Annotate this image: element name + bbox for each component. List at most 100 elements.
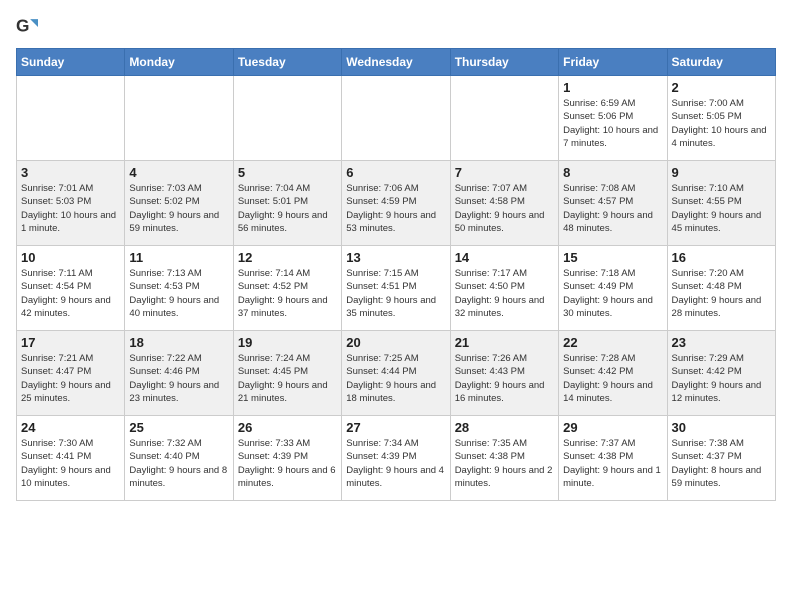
calendar-day-cell: 14 Sunrise: 7:17 AM Sunset: 4:50 PM Dayli… [450,246,558,331]
day-number: 4 [129,165,228,180]
weekday-header: Friday [559,49,667,76]
day-number: 1 [563,80,662,95]
calendar-day-cell: 24 Sunrise: 7:30 AM Sunset: 4:41 PM Dayli… [17,416,125,501]
weekday-header: Thursday [450,49,558,76]
day-info: Sunrise: 7:30 AM Sunset: 4:41 PM Dayligh… [21,437,120,490]
calendar-day-cell: 11Sunrise: 7:13 AM Sunset: 4:53 PM Dayli… [125,246,233,331]
calendar-header-row: SundayMondayTuesdayWednesdayThursdayFrid… [17,49,776,76]
day-number: 20 [346,335,445,350]
day-info: Sunrise: 7:08 AM Sunset: 4:57 PM Dayligh… [563,182,662,235]
day-info: Sunrise: 7:28 AM Sunset: 4:42 PM Dayligh… [563,352,662,405]
day-number: 13 [346,250,445,265]
day-info: Sunrise: 7:03 AM Sunset: 5:02 PM Dayligh… [129,182,228,235]
day-number: 10 [21,250,120,265]
day-info: Sunrise: 7:00 AM Sunset: 5:05 PM Dayligh… [672,97,771,150]
calendar-day-cell: 29 Sunrise: 7:37 AM Sunset: 4:38 PM Dayli… [559,416,667,501]
day-number: 24 [21,420,120,435]
day-info: Sunrise: 7:22 AM Sunset: 4:46 PM Dayligh… [129,352,228,405]
calendar-day-cell: 10 Sunrise: 7:11 AM Sunset: 4:54 PM Dayli… [17,246,125,331]
day-info: Sunrise: 7:14 AM Sunset: 4:52 PM Dayligh… [238,267,337,320]
day-number: 7 [455,165,554,180]
day-number: 5 [238,165,337,180]
day-number: 17 [21,335,120,350]
weekday-header: Monday [125,49,233,76]
day-info: Sunrise: 7:37 AM Sunset: 4:38 PM Dayligh… [563,437,662,490]
calendar-table: SundayMondayTuesdayWednesdayThursdayFrid… [16,48,776,501]
logo-icon: G [16,16,38,38]
day-info: Sunrise: 7:01 AM Sunset: 5:03 PM Dayligh… [21,182,120,235]
calendar-day-cell: 27Sunrise: 7:34 AM Sunset: 4:39 PM Dayli… [342,416,450,501]
calendar-day-cell: 28Sunrise: 7:35 AM Sunset: 4:38 PM Dayli… [450,416,558,501]
weekday-header: Sunday [17,49,125,76]
calendar-day-cell: 7 Sunrise: 7:07 AM Sunset: 4:58 PM Daylig… [450,161,558,246]
page-header: G [16,16,776,38]
day-number: 25 [129,420,228,435]
calendar-day-cell [125,76,233,161]
day-info: Sunrise: 7:32 AM Sunset: 4:40 PM Dayligh… [129,437,228,490]
day-info: Sunrise: 7:35 AM Sunset: 4:38 PM Dayligh… [455,437,554,490]
calendar-day-cell [342,76,450,161]
day-number: 14 [455,250,554,265]
calendar-day-cell: 13 Sunrise: 7:15 AM Sunset: 4:51 PM Dayli… [342,246,450,331]
calendar-day-cell: 19Sunrise: 7:24 AM Sunset: 4:45 PM Dayli… [233,331,341,416]
day-info: Sunrise: 7:24 AM Sunset: 4:45 PM Dayligh… [238,352,337,405]
day-info: Sunrise: 7:07 AM Sunset: 4:58 PM Dayligh… [455,182,554,235]
day-number: 6 [346,165,445,180]
logo: G [16,16,42,38]
calendar-day-cell: 6 Sunrise: 7:06 AM Sunset: 4:59 PM Daylig… [342,161,450,246]
day-number: 18 [129,335,228,350]
day-info: Sunrise: 7:26 AM Sunset: 4:43 PM Dayligh… [455,352,554,405]
calendar-week-row: 24 Sunrise: 7:30 AM Sunset: 4:41 PM Dayli… [17,416,776,501]
calendar-day-cell: 8 Sunrise: 7:08 AM Sunset: 4:57 PM Daylig… [559,161,667,246]
day-info: Sunrise: 7:20 AM Sunset: 4:48 PM Dayligh… [672,267,771,320]
calendar-body: 1 Sunrise: 6:59 AM Sunset: 5:06 PM Daylig… [17,76,776,501]
day-number: 16 [672,250,771,265]
day-number: 26 [238,420,337,435]
day-info: Sunrise: 6:59 AM Sunset: 5:06 PM Dayligh… [563,97,662,150]
calendar-week-row: 3 Sunrise: 7:01 AM Sunset: 5:03 PM Daylig… [17,161,776,246]
calendar-day-cell: 21 Sunrise: 7:26 AM Sunset: 4:43 PM Dayli… [450,331,558,416]
calendar-day-cell: 18 Sunrise: 7:22 AM Sunset: 4:46 PM Dayli… [125,331,233,416]
day-info: Sunrise: 7:06 AM Sunset: 4:59 PM Dayligh… [346,182,445,235]
weekday-header: Saturday [667,49,775,76]
day-number: 22 [563,335,662,350]
weekday-header: Tuesday [233,49,341,76]
day-number: 21 [455,335,554,350]
calendar-day-cell: 20 Sunrise: 7:25 AM Sunset: 4:44 PM Dayli… [342,331,450,416]
day-info: Sunrise: 7:11 AM Sunset: 4:54 PM Dayligh… [21,267,120,320]
calendar-day-cell: 12 Sunrise: 7:14 AM Sunset: 4:52 PM Dayli… [233,246,341,331]
day-number: 15 [563,250,662,265]
day-number: 9 [672,165,771,180]
day-number: 8 [563,165,662,180]
day-info: Sunrise: 7:25 AM Sunset: 4:44 PM Dayligh… [346,352,445,405]
day-number: 30 [672,420,771,435]
calendar-day-cell: 1 Sunrise: 6:59 AM Sunset: 5:06 PM Daylig… [559,76,667,161]
day-info: Sunrise: 7:33 AM Sunset: 4:39 PM Dayligh… [238,437,337,490]
calendar-day-cell: 25 Sunrise: 7:32 AM Sunset: 4:40 PM Dayli… [125,416,233,501]
calendar-day-cell: 16 Sunrise: 7:20 AM Sunset: 4:48 PM Dayli… [667,246,775,331]
calendar-day-cell: 3 Sunrise: 7:01 AM Sunset: 5:03 PM Daylig… [17,161,125,246]
day-info: Sunrise: 7:15 AM Sunset: 4:51 PM Dayligh… [346,267,445,320]
day-info: Sunrise: 7:18 AM Sunset: 4:49 PM Dayligh… [563,267,662,320]
calendar-day-cell [233,76,341,161]
day-number: 3 [21,165,120,180]
calendar-day-cell: 5 Sunrise: 7:04 AM Sunset: 5:01 PM Daylig… [233,161,341,246]
calendar-week-row: 10 Sunrise: 7:11 AM Sunset: 4:54 PM Dayli… [17,246,776,331]
calendar-day-cell: 15 Sunrise: 7:18 AM Sunset: 4:49 PM Dayli… [559,246,667,331]
calendar-week-row: 1 Sunrise: 6:59 AM Sunset: 5:06 PM Daylig… [17,76,776,161]
calendar-day-cell: 23 Sunrise: 7:29 AM Sunset: 4:42 PM Dayli… [667,331,775,416]
weekday-header: Wednesday [342,49,450,76]
calendar-day-cell: 4 Sunrise: 7:03 AM Sunset: 5:02 PM Daylig… [125,161,233,246]
day-number: 29 [563,420,662,435]
day-number: 23 [672,335,771,350]
day-info: Sunrise: 7:17 AM Sunset: 4:50 PM Dayligh… [455,267,554,320]
day-info: Sunrise: 7:04 AM Sunset: 5:01 PM Dayligh… [238,182,337,235]
calendar-day-cell: 22 Sunrise: 7:28 AM Sunset: 4:42 PM Dayli… [559,331,667,416]
calendar-day-cell: 9Sunrise: 7:10 AM Sunset: 4:55 PM Daylig… [667,161,775,246]
day-number: 12 [238,250,337,265]
calendar-day-cell: 26 Sunrise: 7:33 AM Sunset: 4:39 PM Dayli… [233,416,341,501]
day-number: 2 [672,80,771,95]
day-info: Sunrise: 7:29 AM Sunset: 4:42 PM Dayligh… [672,352,771,405]
day-info: Sunrise: 7:34 AM Sunset: 4:39 PM Dayligh… [346,437,445,490]
svg-text:G: G [16,16,29,36]
